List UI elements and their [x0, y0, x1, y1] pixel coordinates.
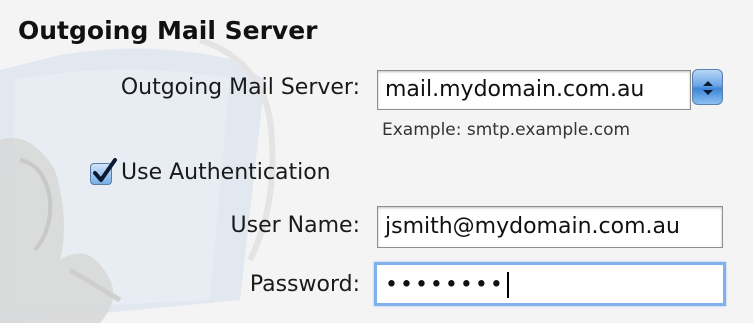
password-label: Password:: [249, 272, 360, 297]
text-caret: [506, 272, 509, 298]
popup-arrows-icon: [703, 81, 713, 95]
server-dropdown-button[interactable]: [692, 69, 723, 105]
section-title: Outgoing Mail Server: [18, 16, 318, 45]
server-example-hint: Example: smtp.example.com: [382, 120, 631, 140]
checkmark-icon: [93, 158, 117, 182]
password-masked-text: ••••••••: [385, 272, 505, 298]
username-field[interactable]: jsmith@mydomain.com.au: [377, 206, 723, 248]
password-field[interactable]: ••••••••: [374, 262, 726, 306]
outgoing-server-label: Outgoing Mail Server:: [120, 75, 360, 100]
username-label: User Name:: [230, 213, 360, 238]
use-authentication-label[interactable]: Use Authentication: [121, 160, 331, 185]
outgoing-server-combobox[interactable]: mail.mydomain.com.au: [377, 70, 691, 110]
use-authentication-checkbox[interactable]: [90, 158, 117, 185]
